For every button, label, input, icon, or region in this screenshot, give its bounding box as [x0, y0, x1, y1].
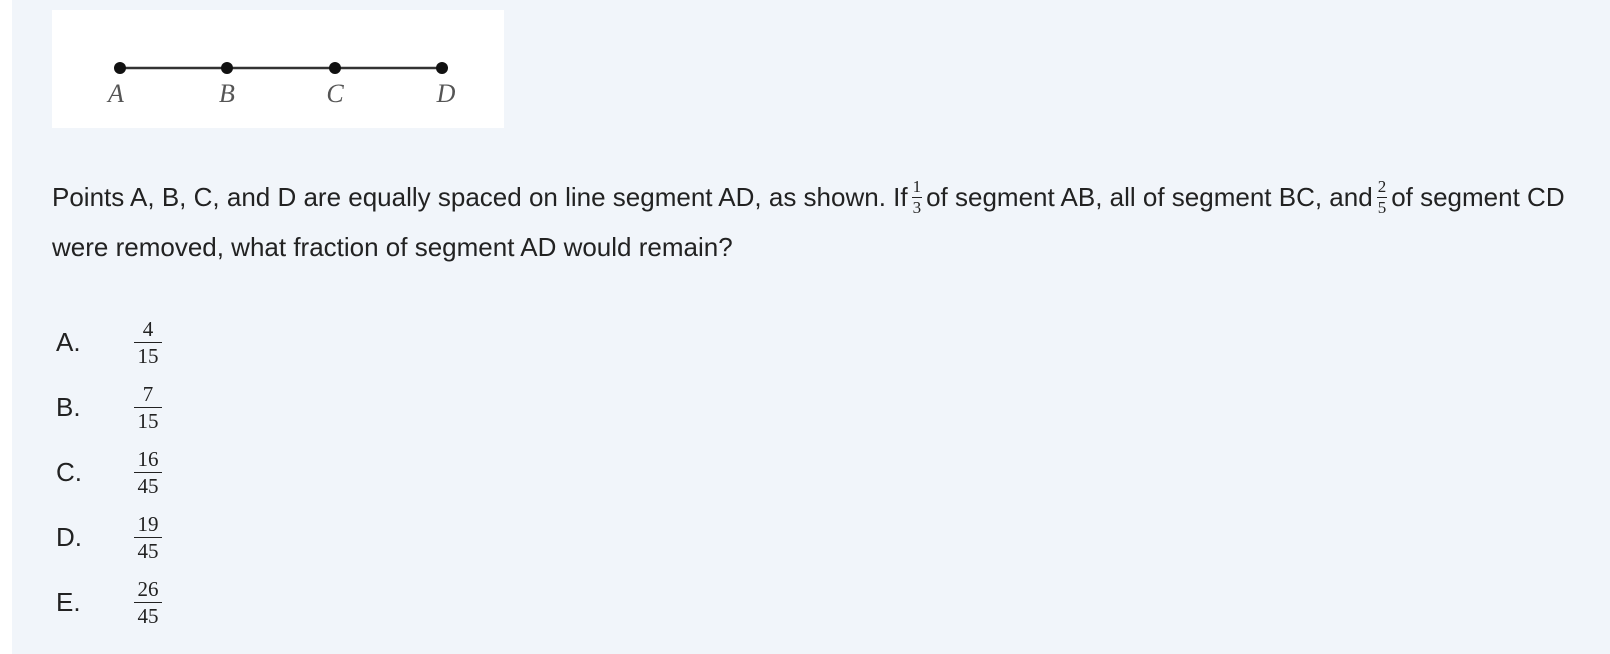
question-part-1: Points A, B, C, and D are equally spaced…	[52, 182, 908, 212]
fraction-numerator: 19	[134, 513, 162, 538]
fraction-denominator: 15	[137, 409, 159, 433]
point-c	[329, 62, 341, 74]
point-d	[436, 62, 448, 74]
fraction-two-fifths: 25	[1376, 176, 1388, 217]
choice-fraction: 19 45	[134, 513, 162, 562]
question-text: Points A, B, C, and D are equally spaced…	[52, 172, 1592, 272]
choice-letter: C.	[56, 457, 82, 487]
choice-c[interactable]: C. 16 45	[56, 440, 162, 505]
point-a	[114, 62, 126, 74]
choice-letter: D.	[56, 522, 82, 552]
fraction-denominator: 3	[912, 197, 922, 217]
point-b	[221, 62, 233, 74]
label-d: D	[436, 79, 456, 108]
choice-fraction: 26 45	[134, 578, 162, 627]
choice-a[interactable]: A. 4 15	[56, 310, 162, 375]
segment-figure: A B C D	[52, 10, 504, 128]
fraction-one-third: 13	[911, 176, 923, 217]
choice-letter: E.	[56, 587, 81, 617]
choice-fraction: 4 15	[134, 318, 162, 367]
label-c: C	[326, 79, 344, 108]
choice-e[interactable]: E. 26 45	[56, 570, 162, 635]
fraction-denominator: 45	[137, 539, 159, 563]
fraction-numerator: 16	[134, 448, 162, 473]
fraction-numerator: 4	[134, 318, 162, 343]
choice-fraction: 7 15	[134, 383, 162, 432]
fraction-denominator: 15	[137, 344, 159, 368]
choice-letter: A.	[56, 327, 81, 357]
fraction-denominator: 45	[137, 474, 159, 498]
fraction-numerator: 2	[1376, 176, 1388, 198]
label-b: B	[219, 79, 235, 108]
choice-letter: B.	[56, 392, 81, 422]
choice-b[interactable]: B. 7 15	[56, 375, 162, 440]
fraction-numerator: 7	[134, 383, 162, 408]
fraction-numerator: 26	[134, 578, 162, 603]
fraction-denominator: 45	[137, 604, 159, 628]
question-part-2: of segment AB, all of segment BC, and	[926, 182, 1373, 212]
fraction-denominator: 5	[1377, 197, 1387, 217]
fraction-numerator: 1	[911, 176, 923, 198]
choice-fraction: 16 45	[134, 448, 162, 497]
answer-choices: A. 4 15 B. 7 15 C. 16 45 D. 19 45 E. 26 45	[56, 310, 162, 635]
label-a: A	[106, 79, 124, 108]
segment-diagram: A B C D	[106, 62, 456, 108]
choice-d[interactable]: D. 19 45	[56, 505, 162, 570]
